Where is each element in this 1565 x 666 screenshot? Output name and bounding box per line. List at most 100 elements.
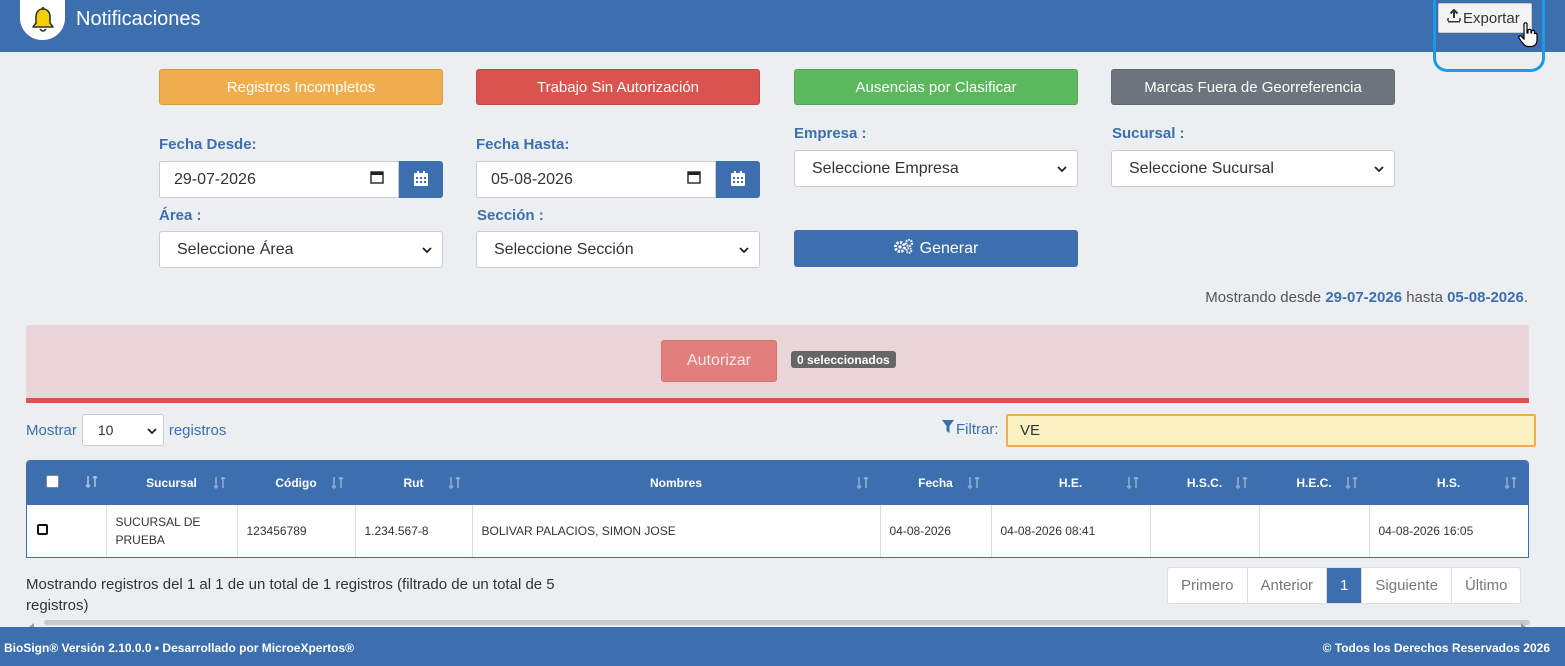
area-select[interactable]: Seleccione Área	[159, 231, 443, 268]
column-header-hec[interactable]: H.E.C.	[1259, 461, 1369, 505]
chevron-down-icon	[147, 422, 157, 438]
pagination: Primero Anterior 1 Siguiente Último	[1167, 567, 1522, 604]
select-all-checkbox[interactable]	[45, 475, 59, 488]
footer-copyright: © Todos los Derechos Reservados 2026	[1322, 641, 1550, 655]
date-from-input[interactable]: 29-07-2026	[159, 161, 399, 198]
page-first[interactable]: Primero	[1168, 568, 1248, 603]
selected-count-badge: 0 seleccionados	[791, 351, 896, 368]
filter-input-value: VE	[1020, 422, 1041, 439]
sort-icon	[1235, 477, 1248, 489]
column-header-he[interactable]: H.E.	[991, 461, 1150, 505]
page-length-select[interactable]: 10	[81, 414, 164, 446]
area-label: Área :	[159, 207, 202, 224]
column-label: H.S.	[1436, 476, 1461, 490]
section-select-value: Seleccione Sección	[494, 240, 634, 258]
scrollbar-thumb[interactable]	[44, 620, 1530, 625]
table-info: Mostrando registros del 1 al 1 de un tot…	[26, 576, 555, 614]
column-header-fecha[interactable]: Fecha	[880, 461, 991, 505]
row-checkbox-cell	[27, 505, 107, 557]
sort-icon	[448, 477, 461, 489]
export-label: Exportar	[1463, 9, 1520, 27]
section-select[interactable]: Seleccione Sección	[476, 231, 760, 268]
page-length-value: 10	[97, 422, 114, 438]
company-select-value: Seleccione Empresa	[812, 159, 959, 177]
incomplete-records-button[interactable]: Registros Incompletos	[159, 69, 443, 105]
chevron-down-icon	[422, 241, 432, 259]
date-range-summary: Mostrando desde 29-07-2026 hasta 05-08-2…	[1205, 289, 1528, 306]
cell-nombres: BOLIVAR PALACIOS, SIMON JOSE	[472, 505, 881, 557]
sort-icon	[1345, 477, 1358, 489]
calendar-icon	[414, 170, 428, 189]
company-select[interactable]: Seleccione Empresa	[794, 150, 1078, 187]
sort-icon	[331, 477, 344, 489]
column-label: Fecha	[918, 476, 953, 490]
calendar-small-icon	[370, 170, 384, 189]
sort-icon	[967, 477, 980, 489]
column-label: H.E.	[1058, 476, 1083, 490]
page-last[interactable]: Último	[1452, 568, 1521, 603]
sort-icon	[1504, 477, 1517, 489]
range-prefix: Mostrando desde	[1205, 289, 1322, 306]
date-from-label: Fecha Desde:	[159, 136, 257, 153]
date-to-input[interactable]: 05-08-2026	[476, 161, 716, 198]
records-table: Sucursal Código Rut Nombres Fecha H.E. H…	[26, 460, 1529, 558]
date-to-group: 05-08-2026	[476, 161, 760, 198]
date-from-group: 29-07-2026	[159, 161, 443, 198]
date-from-calendar-button[interactable]	[399, 161, 443, 198]
select-all-header	[27, 461, 77, 505]
date-to-calendar-button[interactable]	[716, 161, 760, 198]
column-header-nombres[interactable]: Nombres	[472, 461, 880, 505]
column-header-hsc[interactable]: H.S.C.	[1150, 461, 1259, 505]
column-header-sucursal[interactable]: Sucursal	[106, 461, 237, 505]
page-previous[interactable]: Anterior	[1248, 568, 1328, 603]
cell-rut: 1.234.567-8	[355, 505, 473, 557]
column-header-rut[interactable]: Rut	[355, 461, 472, 505]
unauthorized-work-button[interactable]: Trabajo Sin Autorización	[476, 69, 760, 105]
footer: BioSign® Versión 2.10.0.0 • Desarrollado…	[0, 627, 1565, 666]
area-select-value: Seleccione Área	[177, 240, 294, 258]
range-to: 05-08-2026	[1447, 289, 1524, 306]
column-label: Rut	[403, 476, 424, 490]
table-row[interactable]: SUCURSAL DE PRUEBA 123456789 1.234.567-8…	[27, 505, 1528, 557]
export-icon	[1447, 8, 1461, 27]
funnel-icon	[942, 420, 954, 438]
authorize-button[interactable]: Autorizar	[661, 340, 777, 382]
generate-button[interactable]: Generar	[794, 230, 1078, 267]
bell-icon	[20, 0, 65, 40]
column-header-hs[interactable]: H.S.	[1369, 461, 1528, 505]
footer-version: BioSign® Versión 2.10.0.0 • Desarrollado…	[4, 641, 354, 655]
filter-input[interactable]: VE	[1006, 414, 1536, 447]
date-to-value: 05-08-2026	[491, 170, 573, 188]
branch-select[interactable]: Seleccione Sucursal	[1111, 150, 1395, 187]
sort-icon	[84, 474, 99, 491]
top-header: Notificaciones	[0, 0, 1565, 52]
branch-label: Sucursal :	[1112, 125, 1185, 142]
calendar-icon	[731, 170, 745, 189]
row-checkbox[interactable]	[37, 524, 48, 535]
cell-hs: 04-08-2026 16:05	[1378, 524, 1474, 538]
generate-label: Generar	[919, 239, 979, 257]
date-from-value: 29-07-2026	[174, 170, 256, 188]
sort-icon	[856, 477, 869, 489]
horizontal-scrollbar[interactable]	[26, 617, 1530, 631]
column-header-codigo[interactable]: Código	[237, 461, 355, 505]
sort-icon	[1126, 477, 1139, 489]
gears-icon	[893, 238, 914, 259]
cell-hec	[1259, 505, 1370, 557]
column-label: H.E.C.	[1296, 476, 1332, 490]
section-label: Sección :	[477, 207, 544, 224]
page-current[interactable]: 1	[1327, 568, 1363, 603]
page-next[interactable]: Siguiente	[1362, 568, 1452, 603]
chevron-down-icon	[1374, 160, 1384, 178]
column-label: H.S.C.	[1186, 476, 1223, 490]
sort-icon	[213, 477, 226, 489]
column-label: Sucursal	[146, 476, 197, 490]
calendar-small-icon	[687, 170, 701, 189]
authorize-panel	[26, 325, 1529, 403]
absences-button[interactable]: Ausencias por Clasificar	[794, 69, 1078, 105]
geofence-marks-button[interactable]: Marcas Fuera de Georreferencia	[1111, 69, 1395, 105]
cell-sucursal: SUCURSAL DE PRUEBA	[106, 505, 238, 557]
sort-header[interactable]	[77, 461, 106, 505]
chevron-down-icon	[1057, 160, 1067, 178]
chevron-down-icon	[739, 241, 749, 259]
